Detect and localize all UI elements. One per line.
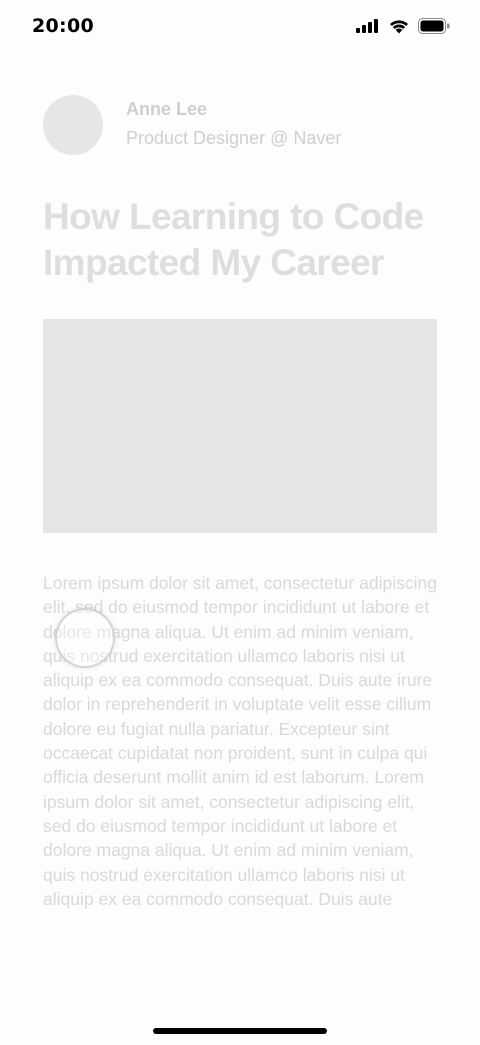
battery-icon [418, 18, 450, 34]
status-bar: 20:00 [0, 0, 480, 54]
avatar[interactable] [43, 95, 103, 155]
hero-image-placeholder [43, 319, 437, 533]
signal-icon [356, 19, 378, 33]
author-role: Product Designer @ Naver [126, 128, 342, 148]
wifi-icon [388, 18, 410, 34]
status-time: 20:00 [32, 15, 94, 37]
home-indicator[interactable] [153, 1028, 327, 1034]
article-title: How Learning to Code Impacted My Career [43, 196, 424, 283]
touch-indicator [55, 608, 115, 668]
author-name[interactable]: Anne Lee [126, 99, 207, 120]
